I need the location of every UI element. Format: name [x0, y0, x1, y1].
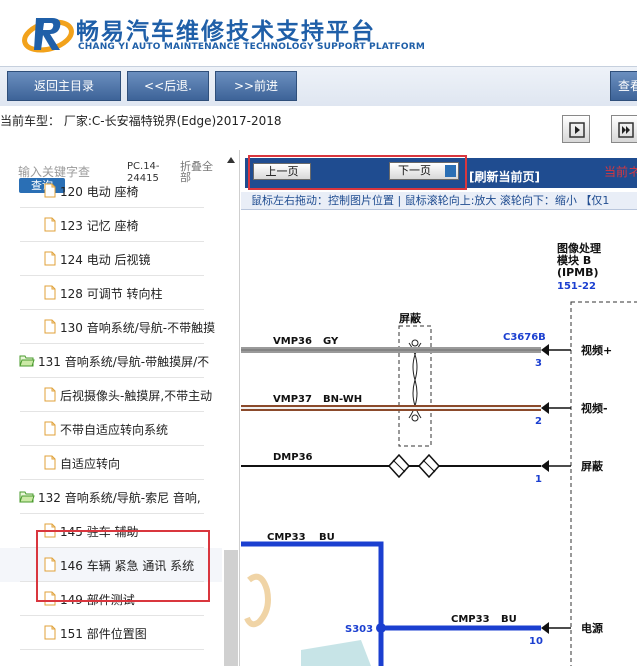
document-icon	[44, 251, 56, 266]
sidebar-tree: 查询 PC.14-24415 折叠全部 120 电动 座椅123 记忆 座椅12…	[0, 150, 240, 666]
wire-vmp36-signal: 视频+	[581, 343, 612, 357]
tree-item-label: 130 音响系统/导航-不带触摸	[60, 321, 216, 335]
tree-item-label: 151 部件位置图	[60, 627, 147, 641]
document-icon	[44, 523, 56, 538]
wire-cmp33b-signal: 电源	[581, 621, 603, 635]
wire-cmp33b-color: BU	[501, 614, 517, 625]
folder-open-icon	[19, 491, 35, 503]
splice-label: S303	[345, 624, 373, 635]
tree-item-label: 120 电动 座椅	[60, 185, 139, 199]
document-icon	[44, 455, 56, 470]
logo-icon	[22, 18, 74, 53]
document-icon	[44, 319, 56, 334]
fit-width-icon	[618, 122, 634, 138]
forward-button[interactable]: >>前进	[215, 71, 297, 101]
refresh-current-page-link[interactable]: [刷新当前页]	[469, 168, 540, 185]
wire-vmp37-pin: 2	[535, 416, 542, 427]
diagram-viewer: 上一页 下一页 [刷新当前页] 当前ネ 鼠标左右拖动：控制图片位置 | 鼠标滚轮…	[241, 150, 637, 666]
tree-item[interactable]: 不带自适应转向系统	[0, 412, 222, 446]
tree-item-label: 145 驻车 辅助	[60, 525, 139, 539]
wire-vmp37-signal: 视频-	[581, 401, 608, 415]
wire-vmp37-color: BN-WH	[323, 394, 362, 405]
tree-item-label: 132 音响系统/导航-索尼 音响,	[38, 491, 201, 505]
wire-vmp36-color: GY	[323, 336, 339, 347]
document-icon	[44, 557, 56, 572]
wire-cmp33b-name: CMP33	[451, 614, 490, 625]
current-page-note: 当前ネ	[604, 165, 637, 179]
tree-item-label: 123 记忆 座椅	[60, 219, 139, 233]
tree-item[interactable]: 124 电动 后视镜	[0, 242, 222, 276]
tree-item-label: 146 车辆 紧急 通讯 系统	[60, 559, 195, 573]
document-icon	[44, 421, 56, 436]
document-icon	[44, 285, 56, 300]
shield-label: 屏蔽	[399, 311, 422, 325]
tree-item-label: 131 音响系统/导航-带触摸屏/不	[38, 355, 210, 369]
view-button[interactable]: 查看	[610, 71, 637, 101]
wire-dmp36-name: DMP36	[273, 452, 313, 463]
tree-item[interactable]: 130 音响系统/导航-不带触摸	[0, 310, 222, 344]
document-icon	[44, 625, 56, 640]
document-icon	[44, 217, 56, 232]
row-divider	[20, 649, 204, 650]
module-title-line3: (IPMB)	[557, 266, 599, 279]
tree-item-label: 不带自适应转向系统	[60, 423, 169, 437]
document-icon	[44, 591, 56, 606]
tree-item[interactable]: 146 车辆 紧急 通讯 系统	[0, 548, 222, 582]
connector-label: C3676B	[503, 332, 546, 343]
tree-item-label: 124 电动 后视镜	[60, 253, 151, 267]
tree-item[interactable]: 120 电动 座椅	[0, 174, 222, 208]
highlight-box-toolbar	[248, 155, 467, 190]
wire-cmp33a-color: BU	[319, 532, 335, 543]
arrow-right-icon	[569, 122, 585, 138]
tree-item[interactable]: 128 可调节 转向柱	[0, 276, 222, 310]
tree-item-label: 128 可调节 转向柱	[60, 287, 163, 301]
platform-title: 畅易汽车维修技术支持平台	[76, 19, 376, 45]
document-icon	[44, 387, 56, 402]
module-title-line2: 模块 B	[557, 253, 591, 267]
viewer-toolbar: 上一页 下一页 [刷新当前页] 当前ネ	[241, 150, 637, 192]
tree-item[interactable]: 145 驻车 辅助	[0, 514, 222, 548]
tree-item[interactable]: 自适应转向	[0, 446, 222, 480]
wire-cmp33a-name: CMP33	[267, 532, 306, 543]
scroll-up-icon[interactable]	[226, 156, 236, 164]
platform-subtitle: CHANG YI AUTO MAINTENANCE TECHNOLOGY SUP…	[78, 42, 426, 52]
mouse-hint-bar: 鼠标左右拖动：控制图片位置 | 鼠标滚轮向上:放大 滚轮向下：缩小 【仅1	[241, 192, 637, 210]
nav-bar: 返回主目录 <<后退. >>前进 查看	[0, 66, 637, 106]
fit-width-button[interactable]	[611, 115, 637, 143]
tree-item[interactable]: 123 记忆 座椅	[0, 208, 222, 242]
tree-item[interactable]: 151 部件位置图	[0, 616, 222, 650]
wire-vmp36-pin: 3	[535, 358, 542, 369]
sidebar-scrollbar[interactable]	[224, 550, 238, 666]
wiring-diagram[interactable]: 图像处理 模块 B (IPMB) 151-22 屏蔽 VMP36 GY C367…	[241, 210, 637, 666]
splice-point	[376, 623, 386, 633]
tree-folder-item[interactable]: 131 音响系统/导航-带触摸屏/不	[0, 344, 222, 378]
current-vehicle-label: 当前车型： 厂家:C-长安福特锐界(Edge)2017-2018	[0, 114, 282, 128]
module-ref: 151-22	[557, 281, 596, 292]
expand-panel-button[interactable]	[562, 115, 590, 143]
back-button[interactable]: <<后退.	[127, 71, 209, 101]
wire-vmp36-name: VMP36	[273, 336, 312, 347]
vehicle-bar: 当前车型： 厂家:C-长安福特锐界(Edge)2017-2018	[0, 106, 637, 150]
module-title-line1: 图像处理	[557, 241, 601, 255]
wire-vmp37-name: VMP37	[273, 394, 312, 405]
home-button[interactable]: 返回主目录	[7, 71, 121, 101]
tree-folder-item[interactable]: 132 音响系统/导航-索尼 音响,	[0, 480, 222, 514]
app-window: 畅易汽车维修技术支持平台 CHANG YI AUTO MAINTENANCE T…	[0, 0, 637, 666]
tree-item-label: 后视摄像头-触摸屏,不带主动	[60, 389, 213, 403]
header: 畅易汽车维修技术支持平台 CHANG YI AUTO MAINTENANCE T…	[0, 0, 637, 66]
wire-dmp36-signal: 屏蔽	[581, 459, 604, 473]
tree-item-label: 自适应转向	[60, 457, 121, 471]
wire-cmp33b-pin: 10	[529, 636, 543, 647]
folder-open-icon	[19, 355, 35, 367]
tree-item[interactable]: 149 部件测试	[0, 582, 222, 616]
wire-dmp36-pin: 1	[535, 474, 542, 485]
tree-item-label: 149 部件测试	[60, 593, 135, 607]
tree-item[interactable]: 后视摄像头-触摸屏,不带主动	[0, 378, 222, 412]
watermark-graphic	[244, 573, 271, 628]
document-icon	[44, 183, 56, 198]
